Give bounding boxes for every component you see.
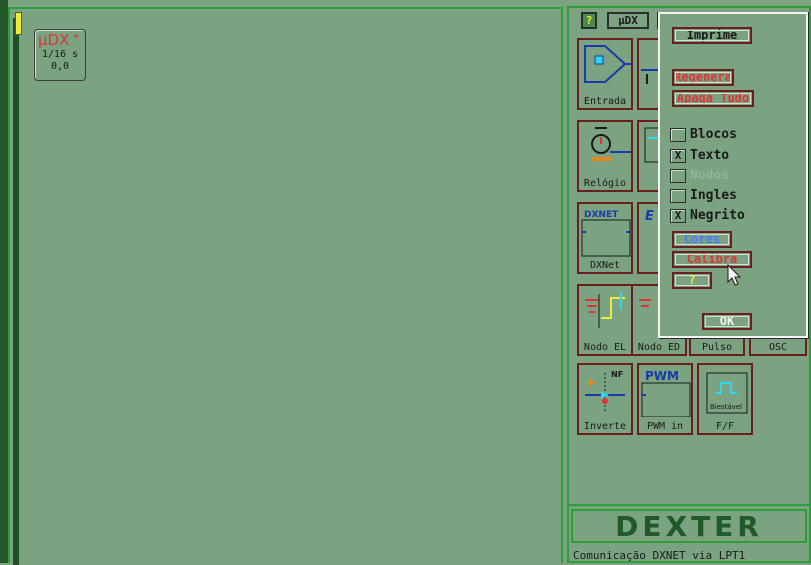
pwm-icon: PWM bbox=[641, 369, 691, 417]
left-edge-bar bbox=[0, 0, 8, 563]
node-ed-icon bbox=[639, 299, 651, 307]
dxnet-icon: DXNET bbox=[581, 210, 631, 257]
design-canvas[interactable]: μDX + 1/16 s 0,0 bbox=[8, 7, 563, 565]
svg-text:E: E bbox=[645, 209, 654, 224]
status-text: Comunicação DXNET via LPT1 bbox=[573, 549, 746, 562]
palette-label: Nodo ED bbox=[637, 342, 681, 353]
checkbox-nodos bbox=[670, 169, 686, 183]
udx-block[interactable]: μDX + 1/16 s 0,0 bbox=[34, 29, 86, 81]
option-label: Negrito bbox=[690, 208, 745, 223]
palette-label: OSC bbox=[768, 342, 788, 353]
palette-item-dxnet[interactable]: DXNET DXNet bbox=[577, 202, 633, 274]
palette-label: Nodo EL bbox=[583, 342, 627, 353]
palette-label: DXNet bbox=[589, 260, 621, 271]
palette-label: Pulso bbox=[701, 342, 733, 353]
canvas-insert-marker bbox=[15, 12, 22, 35]
popup-help-button[interactable]: ? bbox=[672, 272, 712, 289]
flipflop-icon-text: Biestável bbox=[710, 403, 742, 411]
ok-button[interactable]: OK bbox=[702, 313, 752, 330]
brand-divider bbox=[569, 504, 809, 506]
palette-item-inverte[interactable]: NF Inverte bbox=[577, 363, 633, 435]
palette-item-ff[interactable]: Biestável F/F bbox=[697, 363, 753, 435]
option-label: Nodos bbox=[690, 168, 730, 183]
invert-icon: NF bbox=[585, 370, 625, 413]
pwm-icon-text: PWM bbox=[645, 369, 679, 383]
colors-button[interactable]: Cores bbox=[672, 231, 732, 248]
palette-label: PWM in bbox=[646, 421, 684, 432]
udx-block-title: μDX bbox=[38, 31, 70, 49]
clock-icon bbox=[591, 127, 631, 161]
udx-block-plus: + bbox=[73, 31, 80, 42]
palette-label: F/F bbox=[715, 421, 735, 432]
palette-item-relogio[interactable]: Relógio bbox=[577, 120, 633, 192]
invert-icon-text: NF bbox=[611, 370, 623, 379]
palette-item-pwm-in[interactable]: PWM PWM in bbox=[637, 363, 693, 435]
udx-block-value: 0,0 bbox=[50, 61, 70, 72]
brand-logo: DEXTER bbox=[615, 509, 763, 543]
option-label: Blocos bbox=[690, 127, 737, 142]
palette-label: Entrada bbox=[583, 96, 627, 107]
help-button[interactable]: ? bbox=[581, 12, 597, 29]
checkbox-texto[interactable]: X bbox=[670, 149, 686, 163]
options-popup: Imprime Regenera Apaga Tudo Blocos X Tex… bbox=[658, 12, 808, 338]
palette-label: Inverte bbox=[583, 421, 627, 432]
dxnet-icon-text: DXNET bbox=[584, 210, 619, 220]
clear-all-button[interactable]: Apaga Tudo bbox=[672, 90, 754, 107]
brand-box: DEXTER bbox=[571, 509, 807, 543]
udx-toolbar-button[interactable]: μDX bbox=[607, 12, 649, 29]
option-label: Ingles bbox=[690, 188, 737, 203]
palette-item-entrada[interactable]: Entrada bbox=[577, 38, 633, 110]
canvas-left-rail bbox=[13, 18, 19, 565]
mouse-pointer-icon bbox=[727, 264, 742, 286]
palette-label: Relógio bbox=[583, 178, 627, 189]
checkbox-blocos[interactable] bbox=[670, 128, 686, 142]
udx-block-rate: 1/16 s bbox=[41, 49, 79, 60]
input-triangle-icon bbox=[584, 45, 631, 83]
flipflop-icon: Biestável bbox=[706, 372, 748, 414]
print-button[interactable]: Imprime bbox=[672, 27, 752, 44]
checkbox-negrito[interactable]: X bbox=[670, 209, 686, 223]
checkbox-ingles[interactable] bbox=[670, 189, 686, 203]
node-el-icon bbox=[585, 292, 625, 328]
palette-item-nodo-el[interactable]: Nodo EL bbox=[577, 284, 633, 356]
regen-button[interactable]: Regenera bbox=[672, 69, 734, 86]
option-label: Texto bbox=[690, 148, 730, 163]
